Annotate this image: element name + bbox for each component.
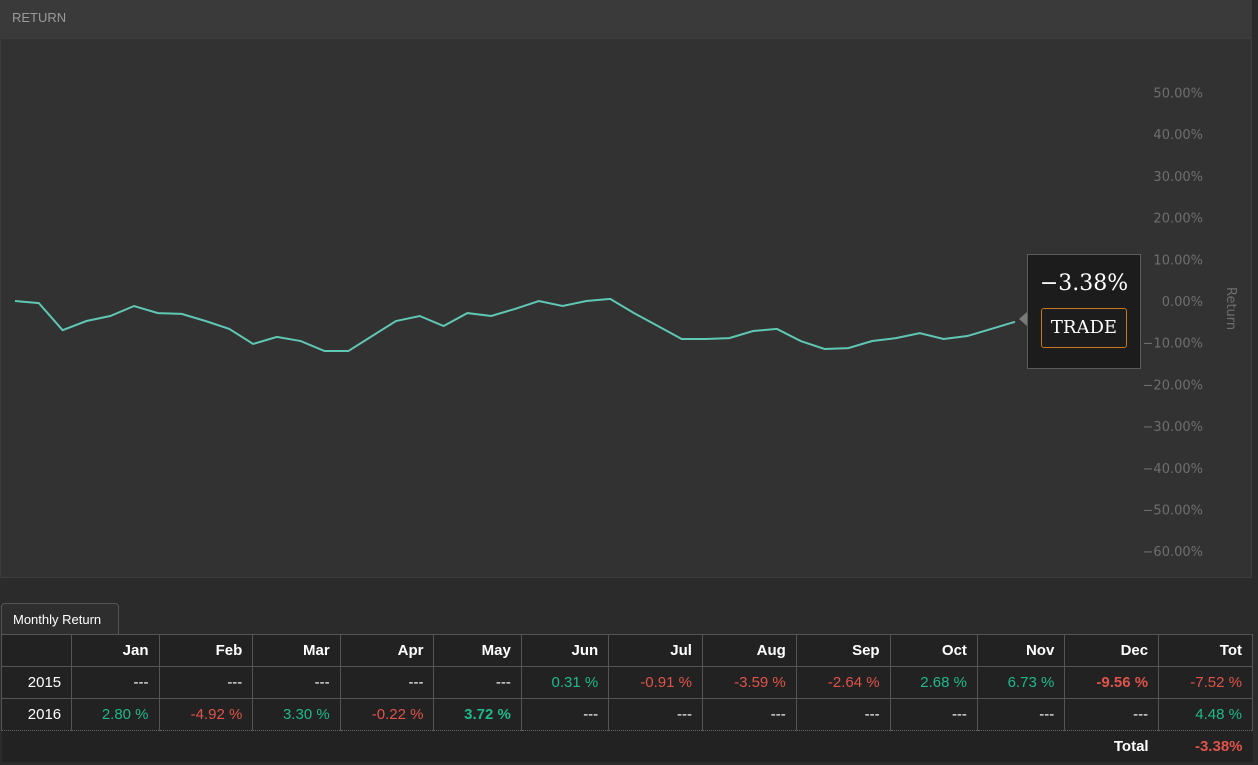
return-cell: 0.31 %	[520, 666, 610, 699]
y-tick-label: −40.00%	[1143, 462, 1203, 477]
return-cell: ---	[1064, 698, 1160, 731]
return-cell: -4.92 %	[158, 698, 254, 731]
column-header	[0, 634, 73, 667]
return-cell: -3.59 %	[701, 666, 797, 699]
column-header: May	[433, 634, 522, 667]
return-cell: ---	[795, 698, 891, 731]
column-header: Jul	[608, 634, 703, 667]
column-header: Nov	[976, 634, 1066, 667]
tooltip-pointer	[1019, 312, 1027, 326]
return-cell: -7.52 %	[1158, 666, 1253, 699]
monthly-return-table: Jan Feb Mar Apr May Jun Jul Aug Sep Oct Nov Dec Tot …	[0, 634, 1253, 762]
panel-header: RETURN	[0, 0, 1252, 38]
return-cell: -0.22 %	[339, 698, 435, 731]
column-header: Aug	[701, 634, 797, 667]
return-cell: ---	[71, 666, 160, 699]
column-header: Apr	[339, 634, 435, 667]
tooltip-value: −3.38%	[1039, 271, 1129, 296]
return-cell: 2.80 %	[71, 698, 160, 731]
y-tick-label: 10.00%	[1153, 253, 1203, 268]
column-header: Dec	[1064, 634, 1160, 667]
return-cell: -2.64 %	[795, 666, 891, 699]
y-tick-label: 20.00%	[1153, 212, 1203, 227]
y-tick-label: 30.00%	[1153, 170, 1203, 185]
return-cell: ---	[158, 666, 254, 699]
table-row: 2016 2.80 % -4.92 % 3.30 % -0.22 % 3.72 % --- -…	[0, 698, 1253, 731]
column-header: Jun	[520, 634, 610, 667]
total-label: Total	[1, 730, 1159, 762]
table-row: 2015 --- --- --- --- --- 0.31 % -0.91 % -3.59 % -…	[0, 666, 1253, 699]
value-tooltip: −3.38% TRADE	[1027, 254, 1141, 369]
return-cell: -9.56 %	[1064, 666, 1160, 699]
return-cell: 4.48 %	[1158, 698, 1253, 731]
y-tick-label: −10.00%	[1143, 337, 1203, 352]
y-tick-label: −30.00%	[1143, 420, 1203, 435]
return-series-line	[14, 297, 1016, 353]
column-header: Jan	[71, 634, 160, 667]
total-row: Total -3.38%	[1, 730, 1253, 762]
return-cell: ---	[701, 698, 797, 731]
total-value: -3.38%	[1158, 730, 1253, 762]
return-cell: ---	[889, 698, 978, 731]
y-tick-label: −20.00%	[1143, 378, 1203, 393]
column-header: Oct	[889, 634, 978, 667]
column-header: Feb	[158, 634, 254, 667]
y-tick-label: −60.00%	[1143, 545, 1203, 560]
trade-button[interactable]: TRADE	[1041, 308, 1127, 348]
return-cell: 6.73 %	[976, 666, 1066, 699]
column-header: Sep	[795, 634, 891, 667]
return-cell: 3.72 %	[433, 698, 522, 731]
return-cell: 3.30 %	[252, 698, 341, 731]
return-cell: ---	[520, 698, 610, 731]
tab-monthly-return[interactable]: Monthly Return	[1, 603, 119, 635]
column-header: Mar	[252, 634, 341, 667]
return-cell: -0.91 %	[608, 666, 703, 699]
y-tick-label: 50.00%	[1153, 87, 1203, 102]
y-tick-label: 0.00%	[1162, 295, 1203, 310]
return-cell: ---	[433, 666, 522, 699]
year-cell: 2015	[0, 666, 73, 699]
return-cell: ---	[252, 666, 341, 699]
return-cell: ---	[339, 666, 435, 699]
column-header: Tot	[1158, 634, 1253, 667]
return-cell: ---	[976, 698, 1066, 731]
y-tick-label: −50.00%	[1143, 504, 1203, 519]
y-tick-label: 40.00%	[1153, 128, 1203, 143]
year-cell: 2016	[0, 698, 73, 731]
y-axis-label: Return	[1223, 287, 1238, 330]
return-cell: ---	[608, 698, 703, 731]
return-cell: 2.68 %	[889, 666, 978, 699]
